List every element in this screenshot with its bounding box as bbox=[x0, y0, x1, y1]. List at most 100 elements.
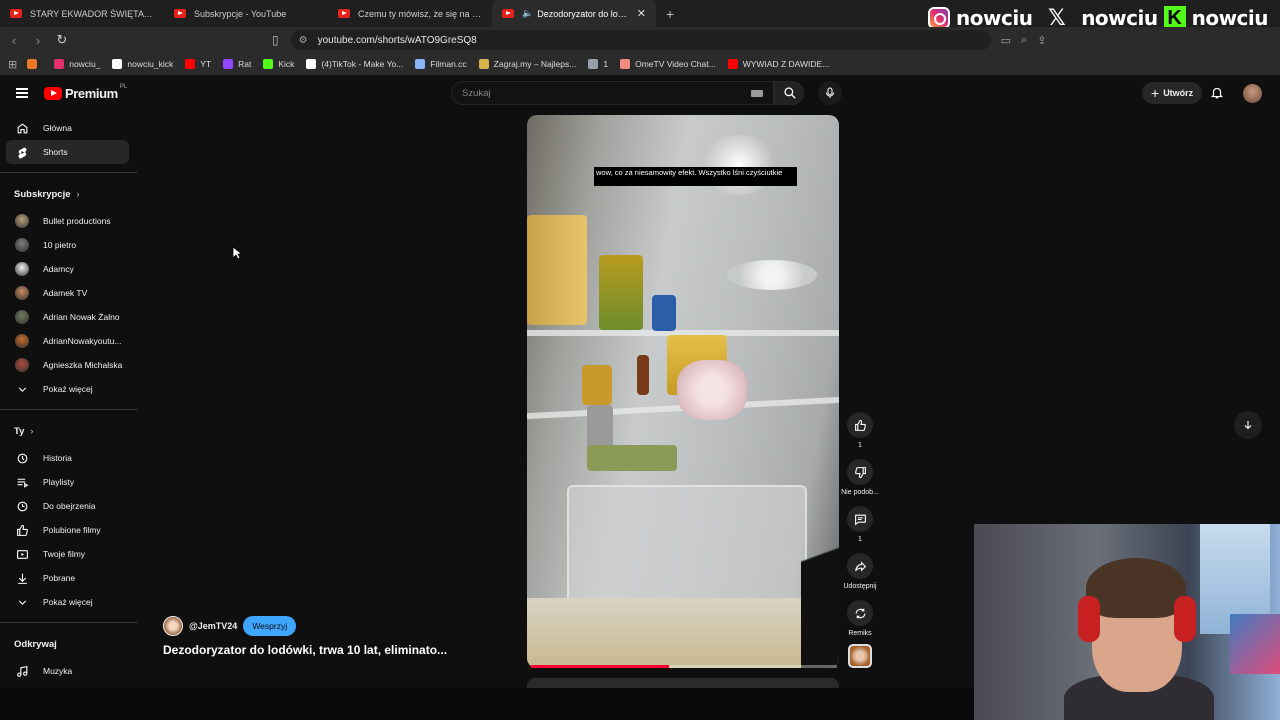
channel-avatar[interactable] bbox=[163, 616, 183, 636]
site-info-icon[interactable]: ⚙ bbox=[299, 35, 308, 46]
you-list: Historia Playlisty Do obejrzenia Polubione … bbox=[0, 446, 137, 590]
tab-1[interactable]: STARY EKWADOR ŚWIĘTA 2003 bbox=[0, 0, 164, 27]
comments-count: 1 bbox=[858, 536, 862, 543]
bookmark-item[interactable]: YT bbox=[185, 59, 211, 69]
bookmark-item[interactable]: (4)TikTok - Make Yo... bbox=[306, 59, 403, 69]
sidebar-item-home[interactable]: Główna bbox=[6, 116, 129, 140]
bookmark-favicon-icon bbox=[185, 59, 196, 69]
share-button[interactable] bbox=[847, 553, 873, 579]
sidebar-item-liked[interactable]: Polubione filmy bbox=[6, 518, 129, 542]
new-tab-button[interactable]: + bbox=[666, 6, 674, 22]
subscriptions-list: Bullet productions 10 pietro Adamcy Adamek … bbox=[0, 209, 137, 377]
bookmark-item[interactable]: WYWIAD Z DAWIDE... bbox=[727, 59, 829, 69]
comments-action: 1 bbox=[840, 506, 880, 553]
youtube-premium-logo[interactable]: Premium PL bbox=[44, 84, 127, 101]
subscription-item[interactable]: Bullet productions bbox=[6, 209, 129, 233]
youtube-icon bbox=[174, 9, 186, 18]
youtube-icon bbox=[10, 9, 22, 18]
sidebar-item-download[interactable]: Pobrane bbox=[6, 566, 129, 590]
subscription-item[interactable]: Adrian Nowak Żalno bbox=[6, 305, 129, 329]
tab-3[interactable]: Czemu ty mówisz, że się na ciebie rz bbox=[328, 0, 492, 27]
sidebar-item-shorts[interactable]: Shorts bbox=[6, 140, 129, 164]
thumbs-up-icon bbox=[854, 419, 866, 431]
bookmark-item[interactable]: 1 bbox=[588, 59, 608, 69]
address-bar-actions: ▭ ⌕ ⇪ bbox=[1001, 34, 1047, 47]
jar bbox=[652, 295, 676, 331]
keyboard-icon[interactable] bbox=[751, 90, 763, 97]
comments-button[interactable] bbox=[847, 506, 873, 532]
back-icon[interactable]: ‹ bbox=[4, 33, 24, 48]
dislike-button[interactable] bbox=[847, 459, 873, 485]
menu-icon[interactable] bbox=[16, 88, 28, 98]
streamer-hair bbox=[1086, 558, 1186, 618]
you-show-more[interactable]: Pokaż więcej bbox=[6, 590, 129, 614]
search-icon bbox=[784, 87, 796, 99]
bookmarks-bar: ⊞ nowciu_ nowciu_kick YT Rat Kick (4)TikTok -… bbox=[0, 53, 1280, 75]
support-button[interactable]: Wesprzyj bbox=[243, 616, 297, 636]
zoom-icon[interactable]: ⌕ bbox=[1021, 34, 1027, 47]
notifications-bell-icon[interactable] bbox=[1210, 85, 1224, 100]
account-avatar[interactable] bbox=[1243, 84, 1262, 103]
video-progress-bar[interactable] bbox=[531, 665, 837, 668]
create-button[interactable]: + Utwórz bbox=[1142, 82, 1203, 104]
subscription-item[interactable]: 10 pietro bbox=[6, 233, 129, 257]
mouse-cursor-icon bbox=[232, 246, 242, 260]
next-video-button[interactable] bbox=[1234, 411, 1262, 439]
food-box bbox=[587, 445, 677, 471]
share-action: Udostępnij bbox=[840, 553, 880, 600]
like-action: 1 bbox=[840, 412, 880, 459]
subscriptions-show-more[interactable]: Pokaż więcej bbox=[6, 377, 129, 401]
tab-2[interactable]: Subskrypcje - YouTube bbox=[164, 0, 328, 27]
share-icon[interactable]: ⇪ bbox=[1037, 34, 1046, 47]
voice-search-button[interactable] bbox=[818, 81, 842, 105]
bookmark-item[interactable]: Rat bbox=[223, 59, 251, 69]
subscription-item[interactable]: Agnieszka Michalska bbox=[6, 353, 129, 377]
channel-name[interactable]: @JemTV24 bbox=[189, 621, 237, 631]
bookmark-item[interactable]: OmeTV Video Chat... bbox=[620, 59, 716, 69]
sound-thumbnail[interactable] bbox=[848, 644, 872, 668]
subscriptions-header[interactable]: Subskrypcje › bbox=[0, 179, 137, 209]
audio-playing-icon[interactable]: 🔈 bbox=[522, 8, 533, 19]
chevron-right-icon: › bbox=[76, 189, 80, 199]
forward-icon[interactable]: › bbox=[28, 33, 48, 48]
remix-button[interactable] bbox=[847, 600, 873, 626]
bookmark-favicon-icon bbox=[223, 59, 234, 69]
search-input[interactable]: Szukaj bbox=[451, 81, 774, 105]
video-progress-fill bbox=[531, 665, 669, 668]
subscription-item[interactable]: Adamcy bbox=[6, 257, 129, 281]
channel-info: @JemTV24 Wesprzyj bbox=[163, 616, 297, 636]
subscription-item[interactable]: Adamek TV bbox=[6, 281, 129, 305]
tab-active[interactable]: 🔈Dezodoryzator do lodówki, tr✕ bbox=[492, 0, 656, 27]
apps-grid-icon[interactable]: ⊞ bbox=[8, 58, 17, 71]
like-button[interactable] bbox=[847, 412, 873, 438]
bookmark-item[interactable] bbox=[27, 59, 42, 69]
url-input[interactable]: ⚙ youtube.com/shorts/wATO9GreSQ8 bbox=[290, 30, 991, 50]
watch-later-icon bbox=[15, 499, 29, 513]
bookmark-item[interactable]: nowciu_ bbox=[54, 59, 100, 69]
bookmark-item[interactable]: nowciu_kick bbox=[112, 59, 173, 69]
you-header[interactable]: Ty › bbox=[0, 416, 137, 446]
sidebar-item-music[interactable]: Muzyka bbox=[6, 659, 129, 683]
cast-icon[interactable]: ▭ bbox=[1001, 34, 1011, 47]
light-glare bbox=[699, 135, 779, 195]
shorts-video-player[interactable] bbox=[527, 115, 839, 668]
subscription-item[interactable]: AdrianNowakyoutu... bbox=[6, 329, 129, 353]
search-button[interactable] bbox=[774, 81, 804, 105]
video-title[interactable]: Dezodoryzator do lodówki, trwa 10 lat, e… bbox=[163, 643, 447, 657]
close-tab-icon[interactable]: ✕ bbox=[637, 7, 646, 20]
bookmark-page-icon[interactable]: ▯ bbox=[272, 33, 279, 47]
shorts-action-rail: 1 Nie podob... 1 Udostępnij Remiks bbox=[840, 412, 880, 647]
chevron-down-icon bbox=[15, 595, 29, 609]
shorts-icon bbox=[15, 145, 29, 159]
bookmark-item[interactable]: Kick bbox=[263, 59, 294, 69]
sidebar-item-watch-later[interactable]: Do obejrzenia bbox=[6, 494, 129, 518]
sidebar-divider bbox=[0, 409, 137, 410]
sidebar-item-your-videos[interactable]: Twoje filmy bbox=[6, 542, 129, 566]
sidebar-item-history[interactable]: Historia bbox=[6, 446, 129, 470]
sidebar-item-playlist[interactable]: Playlisty bbox=[6, 470, 129, 494]
bookmark-item[interactable]: Zagraj.my – Najleps... bbox=[478, 59, 576, 69]
sidebar-divider bbox=[0, 172, 137, 173]
bookmark-item[interactable]: Filman.cc bbox=[415, 59, 467, 69]
page-bottom bbox=[0, 688, 974, 720]
reload-icon[interactable]: ↻ bbox=[52, 32, 72, 48]
